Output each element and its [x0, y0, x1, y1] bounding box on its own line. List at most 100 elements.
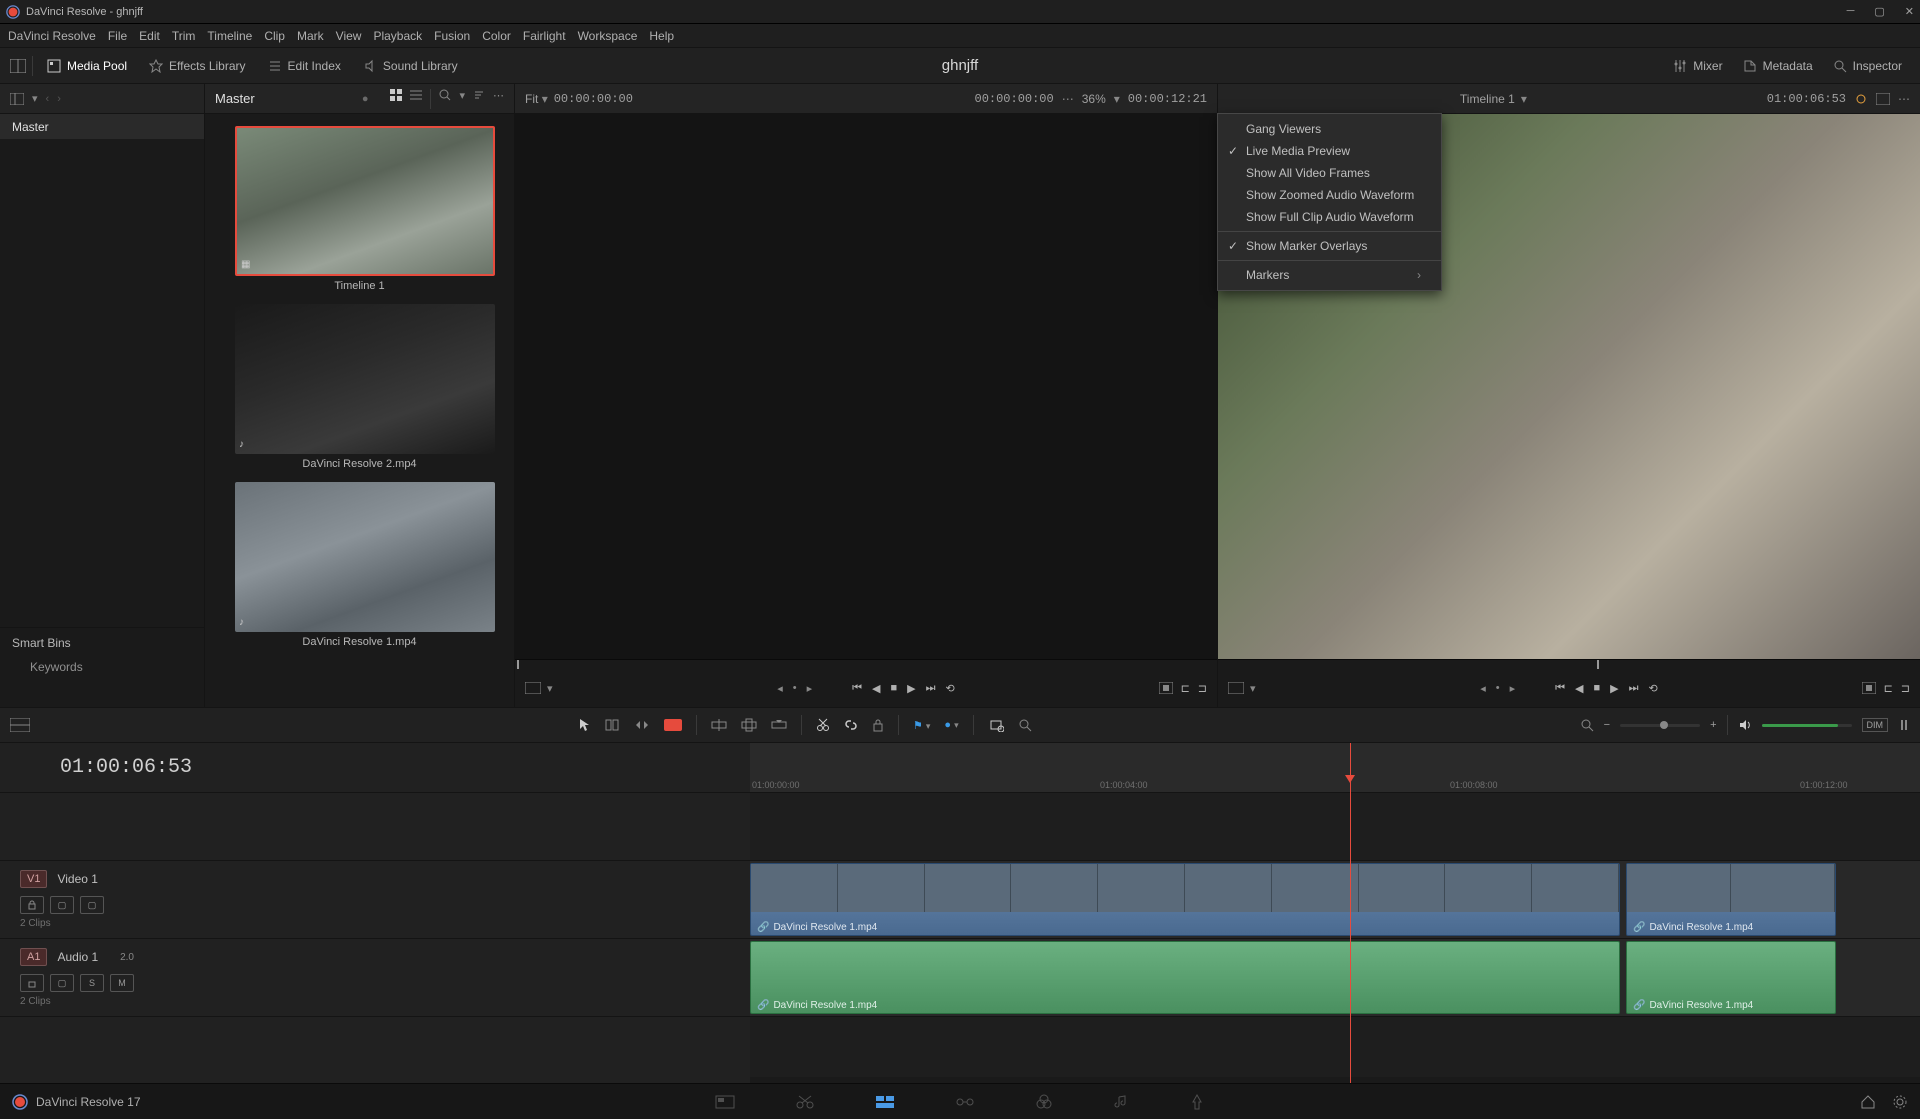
timeline-current-timecode[interactable]: 01:00:06:53	[0, 743, 750, 793]
video-clip[interactable]: 🔗DaVinci Resolve 1.mp4	[750, 863, 1620, 936]
menu-edit[interactable]: Edit	[139, 29, 160, 43]
thumb-view-icon[interactable]	[390, 89, 402, 109]
video-track[interactable]: 🔗DaVinci Resolve 1.mp4 🔗DaVinci Resolve …	[750, 861, 1920, 939]
media-pool-button[interactable]: Media Pool	[39, 55, 135, 77]
play-icon[interactable]: ▶	[907, 682, 915, 695]
stop-dot-icon[interactable]: •	[793, 682, 797, 694]
more-options-icon[interactable]: ⋯	[493, 89, 504, 109]
source-options-icon[interactable]: ⋯	[1062, 92, 1074, 106]
play-icon[interactable]: ▶	[1610, 682, 1618, 695]
menu-live-media-preview[interactable]: ✓Live Media Preview	[1218, 140, 1441, 162]
linked-selection-icon[interactable]	[1018, 718, 1032, 732]
bypass-icon[interactable]	[1854, 93, 1868, 105]
mute-icon[interactable]	[1898, 718, 1910, 732]
menu-color[interactable]: Color	[482, 29, 511, 43]
timeline-playhead[interactable]	[1350, 743, 1351, 1083]
video-track-badge[interactable]: V1	[20, 870, 47, 888]
dynamic-trim-icon[interactable]	[634, 718, 650, 732]
track-solo-button[interactable]: S	[80, 974, 104, 992]
menu-trim[interactable]: Trim	[172, 29, 196, 43]
home-icon[interactable]	[1860, 1094, 1876, 1110]
menu-davinci[interactable]: DaVinci Resolve	[8, 29, 96, 43]
menu-gang-viewers[interactable]: Gang Viewers	[1218, 118, 1441, 140]
menu-markers[interactable]: Markers›	[1218, 264, 1441, 286]
prev-edit-icon[interactable]: ◂	[1480, 682, 1486, 695]
viewer-mode-dropdown-icon[interactable]: ▾	[547, 682, 553, 695]
zoom-slider[interactable]	[1620, 724, 1700, 727]
edit-index-button[interactable]: Edit Index	[260, 55, 349, 77]
go-last-icon[interactable]: ⏭	[926, 682, 936, 695]
close-button[interactable]: ✕	[1905, 5, 1914, 18]
menu-timeline[interactable]: Timeline	[207, 29, 252, 43]
clip-item[interactable]: ♪ DaVinci Resolve 1.mp4	[235, 482, 484, 648]
video-clip[interactable]: 🔗DaVinci Resolve 1.mp4	[1626, 863, 1836, 936]
insert-clip-icon[interactable]	[711, 718, 727, 732]
inspector-button[interactable]: Inspector	[1825, 55, 1910, 77]
timeline-dropdown-icon[interactable]: ▾	[1521, 92, 1527, 106]
match-frame-icon[interactable]	[1862, 682, 1876, 694]
audio-track[interactable]: 🔗DaVinci Resolve 1.mp4 🔗DaVinci Resolve …	[750, 939, 1920, 1017]
menu-mark[interactable]: Mark	[297, 29, 324, 43]
cut-page-icon[interactable]	[795, 1094, 815, 1110]
viewer-options-icon[interactable]: ⋯	[1898, 92, 1910, 106]
zoom-dropdown-icon[interactable]: ▾	[1114, 92, 1120, 106]
timeline-jog-bar[interactable]	[1218, 659, 1920, 669]
search-icon[interactable]	[439, 89, 451, 109]
mixer-button[interactable]: Mixer	[1665, 55, 1730, 77]
menu-playback[interactable]: Playback	[373, 29, 422, 43]
timeline-name[interactable]: Timeline 1	[1460, 92, 1515, 106]
track-auto-select-icon[interactable]: ▢	[50, 896, 74, 914]
stop-dot-icon[interactable]: •	[1496, 682, 1500, 694]
dim-button[interactable]: DIM	[1862, 718, 1889, 732]
edit-page-icon[interactable]	[875, 1094, 895, 1110]
blade-tool-icon[interactable]	[664, 719, 682, 731]
go-last-icon[interactable]: ⏭	[1629, 682, 1639, 695]
go-first-icon[interactable]: ⏮	[852, 682, 862, 695]
step-back-icon[interactable]: ◀	[1575, 682, 1583, 695]
timeline-ruler[interactable]: 01:00:00:00 01:00:04:00 01:00:08:00 01:0…	[750, 743, 1920, 793]
clip-item[interactable]: ♪ DaVinci Resolve 2.mp4	[235, 304, 484, 470]
viewer-mode-icon[interactable]	[1228, 682, 1244, 694]
nav-fwd-icon[interactable]: ›	[57, 93, 61, 105]
menu-show-full-clip-audio-waveform[interactable]: Show Full Clip Audio Waveform	[1218, 206, 1441, 228]
menu-clip[interactable]: Clip	[264, 29, 285, 43]
menu-view[interactable]: View	[336, 29, 362, 43]
zoom-percentage[interactable]: 36%	[1082, 92, 1106, 106]
match-frame-icon[interactable]	[1159, 682, 1173, 694]
panel-layout-icon[interactable]	[10, 93, 24, 105]
master-bin[interactable]: Master	[0, 114, 204, 139]
viewer-mode-icon[interactable]	[525, 682, 541, 694]
layout-icon[interactable]	[10, 59, 26, 73]
link-icon[interactable]	[844, 718, 858, 732]
track-lock-icon[interactable]	[20, 974, 44, 992]
menu-file[interactable]: File	[108, 29, 127, 43]
lock-icon[interactable]	[872, 718, 884, 732]
out-point-icon[interactable]: ⊐	[1198, 682, 1207, 695]
nav-back-icon[interactable]: ‹	[46, 93, 50, 105]
maximize-button[interactable]: ▢	[1874, 5, 1884, 18]
settings-icon[interactable]	[1892, 1094, 1908, 1110]
media-page-icon[interactable]	[715, 1094, 735, 1110]
color-page-icon[interactable]	[1035, 1093, 1053, 1111]
replace-clip-icon[interactable]	[771, 718, 787, 732]
audio-track-header[interactable]: A1 Audio 1 2.0 ▢ S M 2 Clips	[0, 939, 750, 1017]
menu-show-marker-overlays[interactable]: ✓Show Marker Overlays	[1218, 235, 1441, 257]
timeline-view-options-icon[interactable]	[10, 718, 30, 732]
viewer-mode-dropdown-icon[interactable]: ▾	[1250, 682, 1256, 695]
flag-icon[interactable]: ⚑ ▾	[913, 719, 930, 732]
volume-slider[interactable]	[1762, 724, 1852, 727]
clip-item[interactable]: ▦ Timeline 1	[235, 126, 484, 292]
single-viewer-icon[interactable]	[1876, 93, 1890, 105]
volume-icon[interactable]	[1738, 718, 1752, 732]
menu-workspace[interactable]: Workspace	[578, 29, 638, 43]
fairlight-page-icon[interactable]	[1113, 1094, 1129, 1110]
fusion-page-icon[interactable]	[955, 1094, 975, 1110]
stop-icon[interactable]: ■	[1594, 682, 1601, 694]
sort-icon[interactable]	[473, 89, 485, 109]
audio-clip[interactable]: 🔗DaVinci Resolve 1.mp4	[1626, 941, 1836, 1014]
effects-library-button[interactable]: Effects Library	[141, 55, 253, 77]
menu-fusion[interactable]: Fusion	[434, 29, 470, 43]
sound-library-button[interactable]: Sound Library	[355, 55, 466, 77]
track-mute-button[interactable]: M	[110, 974, 134, 992]
next-edit-icon[interactable]: ▸	[807, 682, 813, 695]
